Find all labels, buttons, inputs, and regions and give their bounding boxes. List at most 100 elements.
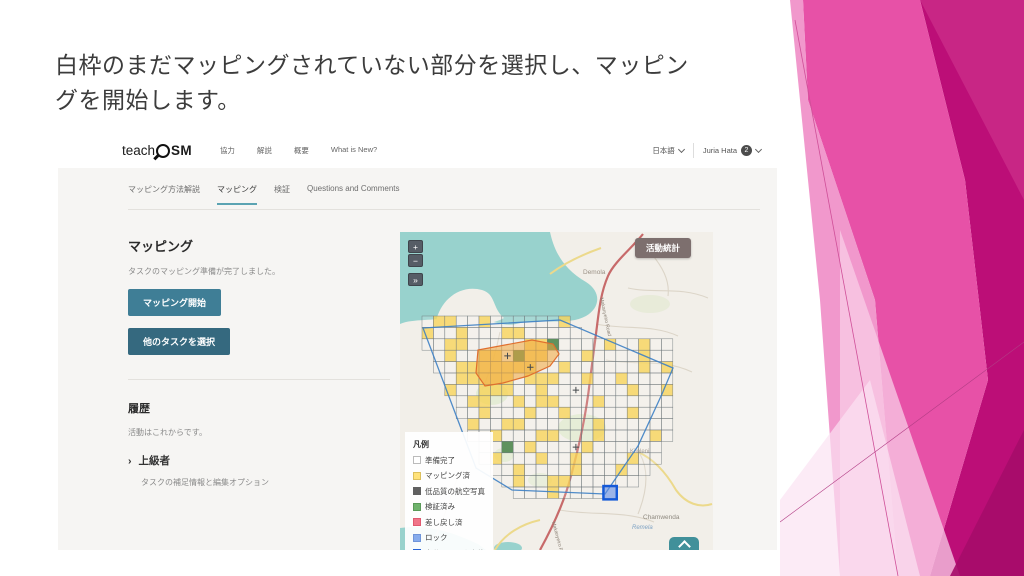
task-cell[interactable] — [502, 407, 513, 418]
task-cell[interactable] — [570, 339, 581, 350]
task-cell[interactable] — [616, 453, 627, 464]
task-cell[interactable] — [616, 362, 627, 373]
task-cell[interactable] — [650, 453, 661, 464]
task-cell[interactable] — [456, 350, 467, 361]
task-cell[interactable] — [536, 407, 547, 418]
task-cell[interactable] — [582, 476, 593, 487]
language-selector[interactable]: 日本語 — [652, 145, 684, 156]
task-cell[interactable] — [513, 407, 524, 418]
task-cell[interactable] — [661, 350, 672, 361]
task-cell[interactable] — [513, 487, 524, 498]
task-cell[interactable] — [570, 373, 581, 384]
task-cell[interactable] — [627, 350, 638, 361]
task-cell[interactable] — [559, 396, 570, 407]
task-cell[interactable] — [490, 407, 501, 418]
task-cell[interactable] — [547, 430, 558, 441]
task-cell[interactable] — [559, 453, 570, 464]
task-cell[interactable] — [616, 407, 627, 418]
task-cell[interactable] — [479, 419, 490, 430]
task-cell[interactable] — [650, 373, 661, 384]
task-cell[interactable] — [582, 464, 593, 475]
task-cell[interactable] — [468, 407, 479, 418]
task-cell[interactable] — [456, 327, 467, 338]
task-cell[interactable] — [547, 464, 558, 475]
zoom-in-button[interactable]: + — [408, 240, 423, 253]
teachosm-logo[interactable]: teachSM — [122, 143, 192, 158]
collapse-chevron-button[interactable] — [669, 537, 699, 550]
task-cell[interactable] — [547, 316, 558, 327]
task-cell[interactable] — [513, 453, 524, 464]
task-cell[interactable] — [604, 464, 615, 475]
task-cell[interactable] — [456, 373, 467, 384]
tab-0[interactable]: マッピング方法解説 — [128, 184, 200, 205]
task-cell[interactable] — [559, 441, 570, 452]
task-cell[interactable] — [547, 327, 558, 338]
task-cell[interactable] — [582, 350, 593, 361]
task-cell[interactable] — [593, 453, 604, 464]
task-cell[interactable] — [536, 476, 547, 487]
task-cell[interactable] — [468, 339, 479, 350]
selected-task-rect[interactable] — [603, 486, 616, 499]
task-cell[interactable] — [547, 384, 558, 395]
task-cell[interactable] — [650, 362, 661, 373]
task-cell[interactable] — [525, 384, 536, 395]
task-cell[interactable] — [490, 384, 501, 395]
task-cell[interactable] — [536, 396, 547, 407]
task-cell[interactable] — [593, 430, 604, 441]
task-cell[interactable] — [582, 407, 593, 418]
task-cell[interactable] — [536, 441, 547, 452]
task-cell[interactable] — [559, 430, 570, 441]
task-cell[interactable] — [468, 419, 479, 430]
task-cell[interactable] — [525, 396, 536, 407]
task-cell[interactable] — [502, 396, 513, 407]
user-menu[interactable]: Juria Hata 2 — [703, 145, 761, 156]
task-cell[interactable] — [639, 407, 650, 418]
task-cell[interactable] — [456, 396, 467, 407]
task-cell[interactable] — [547, 373, 558, 384]
task-cell[interactable] — [536, 430, 547, 441]
task-cell[interactable] — [479, 316, 490, 327]
task-cell[interactable] — [490, 327, 501, 338]
task-cell[interactable] — [479, 396, 490, 407]
task-cell[interactable] — [502, 419, 513, 430]
task-cell[interactable] — [616, 419, 627, 430]
task-cell[interactable] — [570, 362, 581, 373]
task-cell[interactable] — [525, 453, 536, 464]
task-cell[interactable] — [502, 430, 513, 441]
task-cell[interactable] — [559, 339, 570, 350]
task-cell[interactable] — [570, 407, 581, 418]
task-cell[interactable] — [616, 373, 627, 384]
task-cell[interactable] — [604, 373, 615, 384]
activity-stats-button[interactable]: 活動統計 — [635, 238, 691, 258]
task-cell[interactable] — [639, 441, 650, 452]
task-cell[interactable] — [536, 453, 547, 464]
task-cell[interactable] — [639, 453, 650, 464]
task-cell[interactable] — [593, 339, 604, 350]
task-cell[interactable] — [582, 419, 593, 430]
task-cell[interactable] — [513, 441, 524, 452]
task-cell[interactable] — [445, 350, 456, 361]
task-cell[interactable] — [650, 384, 661, 395]
expand-map-button[interactable]: » — [408, 273, 423, 286]
task-cell[interactable] — [593, 362, 604, 373]
task-cell[interactable] — [639, 464, 650, 475]
task-cell[interactable] — [627, 339, 638, 350]
task-cell[interactable] — [661, 419, 672, 430]
task-cell[interactable] — [616, 384, 627, 395]
task-cell[interactable] — [559, 476, 570, 487]
task-cell[interactable] — [650, 350, 661, 361]
task-cell[interactable] — [559, 373, 570, 384]
task-cell[interactable] — [627, 430, 638, 441]
task-cell[interactable] — [604, 419, 615, 430]
task-cell[interactable] — [445, 327, 456, 338]
task-cell[interactable] — [468, 327, 479, 338]
task-cell[interactable] — [559, 362, 570, 373]
task-cell[interactable] — [456, 407, 467, 418]
task-cell[interactable] — [513, 476, 524, 487]
task-cell[interactable] — [525, 487, 536, 498]
task-cell[interactable] — [559, 407, 570, 418]
task-cell[interactable] — [490, 316, 501, 327]
task-cell[interactable] — [604, 339, 615, 350]
task-cell[interactable] — [650, 430, 661, 441]
nav-item-1[interactable]: 解説 — [257, 145, 272, 156]
